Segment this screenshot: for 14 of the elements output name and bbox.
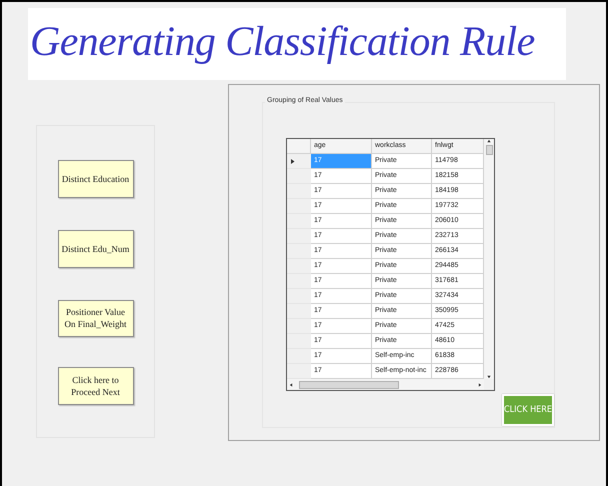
side-button[interactable]: Distinct Edu_Num (58, 230, 134, 268)
scroll-thumb[interactable] (486, 145, 492, 155)
vertical-scrollbar[interactable] (484, 139, 494, 379)
scroll-left-icon (289, 382, 293, 386)
scroll-up-icon (487, 139, 491, 143)
current-row-icon (290, 158, 295, 164)
side-button[interactable]: Distinct Education (58, 160, 134, 198)
page-title: Generating Classification Rule (28, 8, 566, 80)
scroll-down-icon (487, 375, 491, 379)
horizontal-scrollbar[interactable] (287, 379, 484, 390)
scroll-thumb[interactable] (299, 380, 399, 388)
scroll-right-icon (478, 382, 482, 386)
side-button[interactable]: Click here to Proceed Next (58, 367, 134, 405)
side-button[interactable]: Positioner Value On Final_Weight (58, 300, 134, 338)
